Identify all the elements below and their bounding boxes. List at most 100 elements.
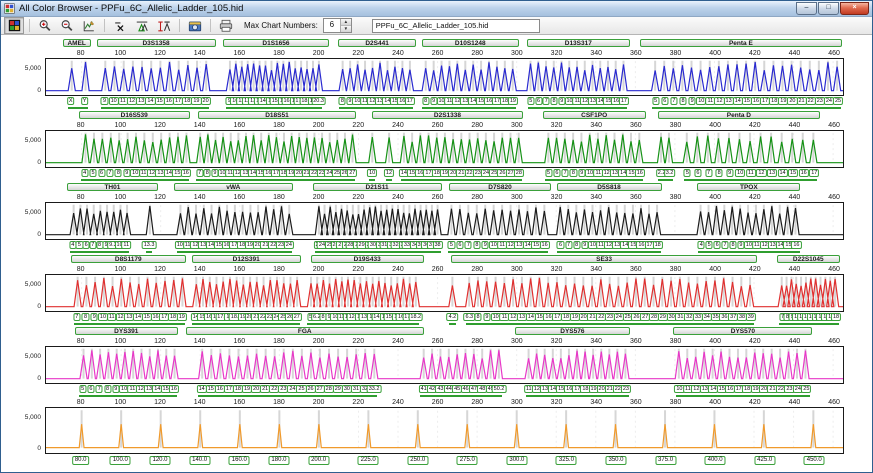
x-tick-label: 80 <box>76 266 85 273</box>
allele-label: 7 <box>542 97 550 105</box>
allele-call-button[interactable] <box>154 17 174 34</box>
x-tick-label: 320 <box>550 50 563 57</box>
allele-label: 8 <box>729 241 737 249</box>
y-axis-max-label: 5,000 <box>24 414 41 421</box>
x-tick-label: 360 <box>629 122 642 129</box>
allele-label: 13.3 <box>141 241 157 249</box>
spinner-up-button[interactable]: ▲ <box>340 19 351 26</box>
toolbar-separator <box>29 19 30 32</box>
allele-label: 7 <box>464 241 472 249</box>
max-chart-numbers-value[interactable]: 6 <box>324 19 340 32</box>
marker-label-vwa: vWA <box>173 183 293 191</box>
marker-range-bar <box>779 323 840 325</box>
snapshot-button[interactable] <box>185 17 205 34</box>
allele-label: 8 <box>81 313 89 321</box>
allele-label: 425.0 <box>754 456 776 465</box>
allele-label: 5 <box>545 169 553 177</box>
allele-label: 8 <box>679 97 687 105</box>
marker-label-d7s820: D7S820 <box>449 183 551 191</box>
allele-label: 9 <box>90 313 98 321</box>
electropherogram-plot[interactable] <box>45 274 844 312</box>
zoom-edit-button[interactable] <box>79 17 99 34</box>
size-standard-match-button[interactable] <box>132 17 152 34</box>
x-tick-label: 340 <box>590 50 602 57</box>
color-channels-button[interactable] <box>4 17 24 34</box>
x-tick-label: 420 <box>748 50 761 57</box>
minimize-button[interactable]: – <box>796 2 817 15</box>
dye-row-magenta: DYS391 FGA DYS576 DYS570 80 100 120 140 160 180 20… <box>1 326 872 398</box>
x-tick-label: 120 <box>154 338 166 345</box>
zoom-out-button[interactable] <box>57 17 77 34</box>
marker-label-dys570: DYS570 <box>673 327 813 335</box>
allele-label: 16 <box>798 169 809 177</box>
x-tick-label: 100 <box>114 338 127 345</box>
allele-label: 24 <box>283 241 294 249</box>
x-tick-label: 80 <box>76 338 85 345</box>
electropherogram-plot[interactable] <box>45 202 844 240</box>
allele-label: 8 <box>474 313 482 321</box>
x-tick-label: 300 <box>511 194 523 201</box>
allele-label: 17 <box>404 97 415 105</box>
x-tick-label: 160 <box>233 266 246 273</box>
marker-range-bar <box>698 251 800 253</box>
trace-svg <box>46 408 843 453</box>
allele-label: 5 <box>705 241 713 249</box>
title-bar[interactable]: All Color Browser - PPFu_6C_Allelic_Ladd… <box>1 1 872 17</box>
x-tick-label: 420 <box>748 122 761 129</box>
allele-label: 4 <box>697 241 705 249</box>
y-axis-zero-label: 0 <box>37 87 41 94</box>
electropherogram-plot[interactable] <box>45 407 844 454</box>
x-tick-label: 240 <box>392 266 404 273</box>
x-tick-label: 200 <box>312 399 325 406</box>
max-chart-numbers-label: Max Chart Numbers: <box>244 21 318 30</box>
close-button[interactable]: × <box>840 2 869 15</box>
x-tick-label: 200 <box>312 338 325 345</box>
marker-range-bar <box>652 107 842 109</box>
maximize-button[interactable]: □ <box>818 2 839 15</box>
allele-label: 7 <box>565 241 573 249</box>
marker-range-bar <box>422 107 517 109</box>
allele-label: 9 <box>688 97 696 105</box>
marker-label-d1s1656: D1S1656 <box>223 39 329 47</box>
allele-label: 180.0 <box>268 456 290 465</box>
allele-label: 5 <box>527 97 535 105</box>
x-tick-label: 400 <box>709 266 721 273</box>
x-tick-label: 140 <box>193 50 206 57</box>
marker-label-csf1po: CSF1PO <box>542 111 646 119</box>
trace-svg <box>46 59 843 95</box>
marker-range-bar <box>192 323 300 325</box>
marker-label-d8s1179: D8S1179 <box>70 255 186 263</box>
x-tick-label: 420 <box>748 399 761 406</box>
spinner-down-button[interactable]: ▼ <box>340 26 351 32</box>
allele-label: 225.0 <box>357 456 379 465</box>
allele-label: 33.2 <box>366 385 382 393</box>
allele-label: 13 <box>766 169 778 177</box>
color-channels-icon <box>8 19 20 32</box>
x-tick-label: 220 <box>352 50 365 57</box>
allele-label: 8 <box>715 169 723 177</box>
allele-label: 18.2 <box>408 313 424 321</box>
electropherogram-plot[interactable] <box>45 58 844 96</box>
filename-field[interactable]: PPFu_6C_Allelic_Ladder_105.hid <box>371 18 540 33</box>
x-tick-label: 340 <box>590 122 602 129</box>
electropherogram-plot[interactable] <box>45 346 844 384</box>
max-chart-numbers-spinner[interactable]: 6 ▲ ▼ <box>322 18 352 33</box>
electropherogram-plot[interactable] <box>45 130 844 168</box>
marker-label-d12s391: D12S391 <box>191 255 301 263</box>
x-tick-label: 240 <box>392 122 404 129</box>
trace-svg <box>46 347 843 383</box>
x-tick-label: 260 <box>431 122 444 129</box>
zoom-in-button[interactable] <box>35 17 55 34</box>
x-tick-label: 400 <box>709 338 721 345</box>
allele-label: 12 <box>383 169 395 177</box>
allele-label: 7 <box>561 169 569 177</box>
x-tick-label: 340 <box>590 266 602 273</box>
marker-range-bar <box>145 251 153 253</box>
baseline-icon <box>115 21 124 31</box>
marker-range-bar <box>420 395 503 397</box>
baseline-button[interactable] <box>110 17 130 34</box>
print-button[interactable] <box>216 17 236 34</box>
marker-header-strip: DYS391 FGA DYS576 DYS570 <box>45 326 844 337</box>
zoom-out-icon <box>61 19 73 31</box>
x-tick-label: 260 <box>431 399 444 406</box>
